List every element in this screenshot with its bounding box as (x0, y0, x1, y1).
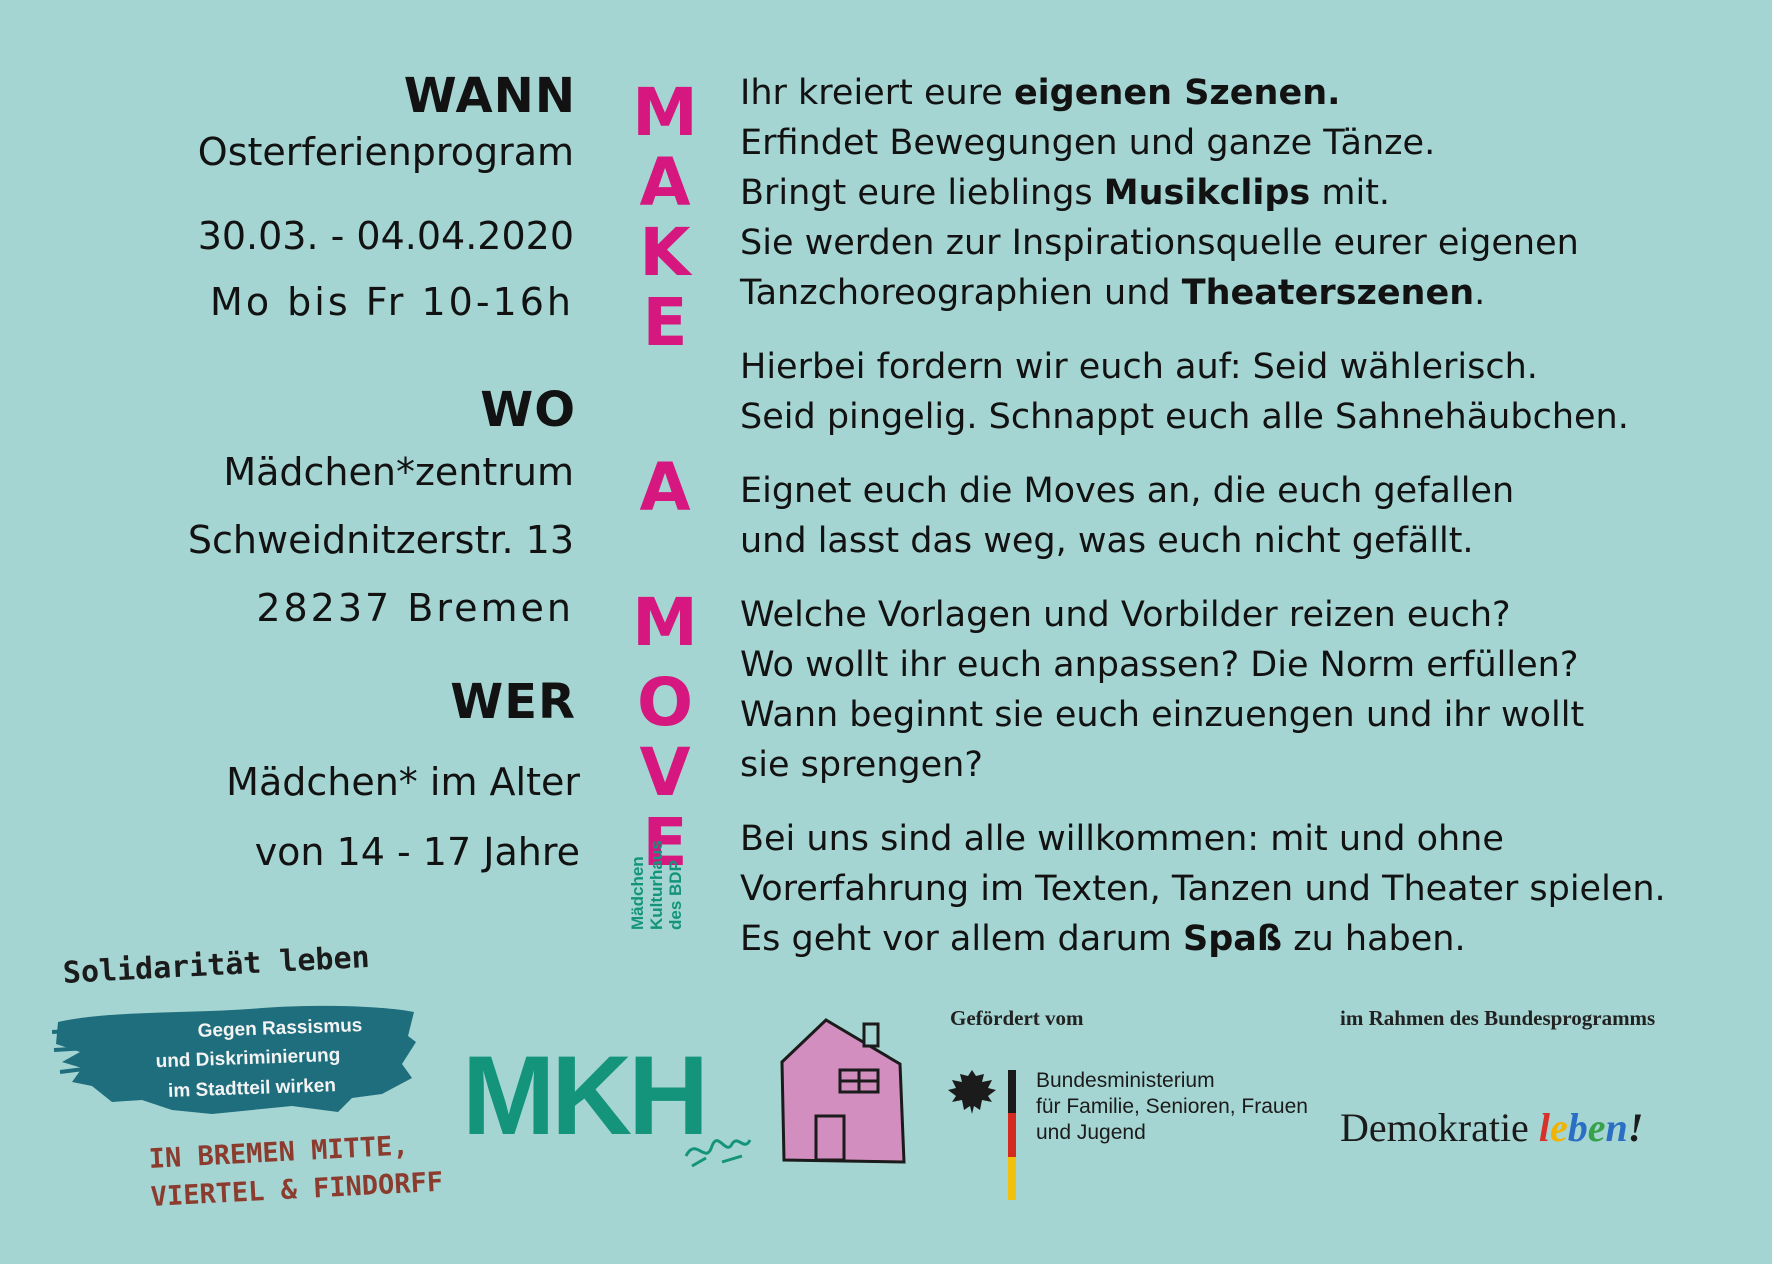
house-icon (780, 1018, 906, 1164)
federal-eagle-icon (948, 1070, 996, 1114)
mkh-side-text: Mädchen Kulturhaus des BDP (628, 810, 738, 930)
flag-stripe-icon (1008, 1070, 1016, 1200)
wann-line-2: 30.03. - 04.04.2020 (197, 214, 574, 258)
line: Es geht vor allem darum Spaß zu haben. (740, 914, 1740, 964)
solidaritaet-title: Solidarität leben (62, 939, 371, 991)
text: Tanzchoreographien und (740, 273, 1182, 313)
title-letter: M (632, 74, 698, 151)
mkh-logo-letters: MKH (462, 1033, 709, 1158)
text: zu haben. (1282, 919, 1466, 959)
leben-letter: e (1587, 1105, 1606, 1150)
leben-letter: n (1605, 1105, 1628, 1150)
location-line-1: IN BREMEN MITTE, (148, 1130, 410, 1175)
line: und lasst das weg, was euch nicht gefäll… (740, 521, 1474, 561)
line: Wann beginnt sie euch einzuengen und ihr… (740, 695, 1585, 735)
leben-letter: b (1567, 1105, 1588, 1150)
title-letter: A (639, 144, 691, 221)
text: mit. (1310, 173, 1391, 213)
wer-heading: WER (450, 674, 576, 730)
line: Eignet euch die Moves an, die euch gefal… (740, 471, 1515, 511)
make-a-move-vertical-title: M A K E A M O V E (620, 80, 710, 880)
line: Erfindet Bewegungen und ganze Tänze. (740, 123, 1436, 163)
ministry-name: Bundesministerium für Familie, Senioren,… (1036, 1068, 1308, 1146)
paragraph-3: Eignet euch die Moves an, die euch gefal… (740, 466, 1740, 566)
wo-heading: WO (480, 382, 576, 438)
paragraph-1: Ihr kreiert eure eigenen Szenen. Erfinde… (740, 68, 1740, 318)
emphasis: eigenen Szenen. (1013, 73, 1341, 113)
title-letter: O (636, 664, 694, 741)
paragraph-2: Hierbei fordern wir euch auf: Seid wähle… (740, 342, 1740, 442)
title-letter: M (632, 584, 698, 661)
wo-line-3: 28237 Bremen (256, 586, 574, 630)
scribble-icon (684, 1139, 752, 1168)
line: Hierbei fordern wir euch auf: Seid wähle… (740, 347, 1538, 387)
demokratie-leben-logo: Demokratie leben! (1340, 1104, 1643, 1151)
wann-heading: WANN (403, 68, 576, 124)
line: Seid pingelig. Schnappt euch alle Sahneh… (740, 397, 1629, 437)
line: Welche Vorlagen und Vorbilder reizen euc… (740, 595, 1511, 635)
location-line-2: VIERTEL & FINDORFF (150, 1166, 444, 1213)
wo-line-2: Schweidnitzerstr. 13 (187, 518, 574, 562)
gefoerdert-label: Gefördert vom (950, 1006, 1084, 1030)
line: Bei uns sind alle willkommen: mit und oh… (740, 819, 1504, 859)
leben-letter: ! (1627, 1105, 1644, 1150)
wer-line-1: Mädchen* im Alter (226, 760, 580, 804)
rahmen-label: im Rahmen des Bundesprogramms (1340, 1006, 1656, 1030)
title-letter: A (639, 449, 691, 526)
leben-letter: l (1538, 1105, 1550, 1150)
mkh-side-line: des BDP (666, 860, 685, 930)
demokratie-word: Demokratie (1340, 1105, 1529, 1150)
mkh-side-line: Mädchen (628, 856, 647, 930)
line: Wo wollt ihr euch anpassen? Die Norm erf… (740, 645, 1579, 685)
wo-line-1: Mädchen*zentrum (223, 450, 574, 494)
mkh-side-line: Kulturhaus (647, 840, 666, 930)
line: Ihr kreiert eure eigenen Szenen. (740, 68, 1740, 118)
ministry-line: und Jugend (1036, 1121, 1146, 1144)
text: Bringt eure lieblings (740, 173, 1104, 213)
emphasis: Musikclips (1103, 173, 1311, 213)
ministry-line: für Familie, Senioren, Frauen (1036, 1095, 1308, 1118)
line: Tanzchoreographien und Theaterszenen. (740, 268, 1740, 318)
text: Ihr kreiert eure (740, 73, 1014, 113)
text: Es geht vor allem darum (740, 919, 1184, 959)
line: Sie werden zur Inspirationsquelle eurer … (740, 223, 1579, 263)
wann-line-1: Osterferienprogram (197, 130, 574, 174)
text: . (1474, 273, 1486, 313)
emphasis: Spaß (1183, 919, 1283, 959)
emphasis: Theaterszenen (1181, 273, 1475, 313)
line: sie sprengen? (740, 745, 983, 785)
ministry-line: Bundesministerium (1036, 1069, 1215, 1092)
line: Bringt eure lieblings Musikclips mit. (740, 168, 1740, 218)
title-letter: V (639, 734, 691, 811)
wann-line-3: Mo bis Fr 10-16h (210, 280, 574, 324)
leben-letter: e (1549, 1105, 1568, 1150)
wer-line-2: von 14 - 17 Jahre (254, 830, 580, 874)
title-letter: K (639, 214, 691, 291)
title-letter: E (642, 284, 688, 361)
line: Vorerfahrung im Texten, Tanzen und Theat… (740, 869, 1666, 909)
paragraph-4: Welche Vorlagen und Vorbilder reizen euc… (740, 590, 1740, 790)
paragraph-5: Bei uns sind alle willkommen: mit und oh… (740, 814, 1740, 964)
body-text: Ihr kreiert eure eigenen Szenen. Erfinde… (740, 68, 1740, 988)
